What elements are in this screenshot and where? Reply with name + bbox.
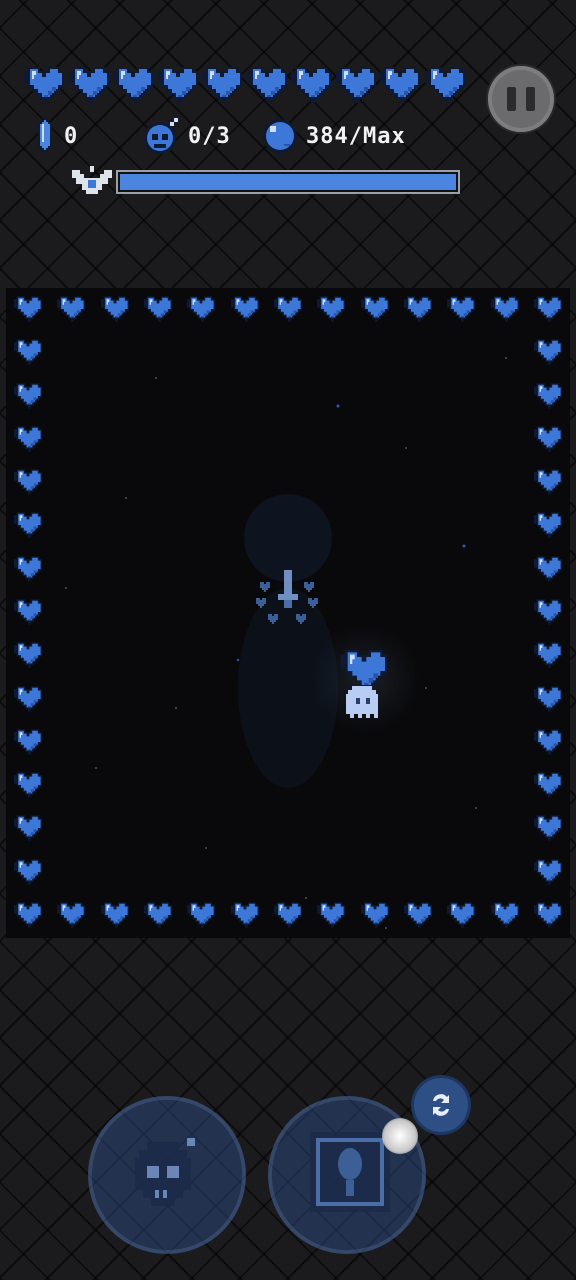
wall-heart-icon (101, 296, 129, 322)
wall-heart-icon (534, 815, 562, 841)
hp-heart-icon (380, 66, 420, 104)
mana-counter: 384/Max (262, 116, 406, 156)
item-skill-button[interactable] (272, 1100, 422, 1250)
wall-heart-icon (534, 296, 562, 322)
skull-bomb-icon (144, 118, 178, 154)
hp-heart-icon (291, 66, 331, 104)
wall-heart-icon (144, 902, 172, 928)
wall-heart-icon (534, 556, 562, 582)
wall-heart-icon (534, 512, 562, 538)
wall-heart-icon (14, 512, 42, 538)
hp-heart-icon (425, 66, 465, 104)
hp-heart-icon (24, 66, 64, 104)
bomb-skill-button[interactable] (92, 1100, 242, 1250)
wall-heart-icon (14, 383, 42, 409)
level-progress-bar (116, 170, 460, 194)
wall-heart-icon (14, 859, 42, 885)
wall-heart-icon (491, 902, 519, 928)
wall-heart-icon (404, 902, 432, 928)
joystick-thumb[interactable] (382, 1118, 418, 1154)
wall-heart-icon (274, 296, 302, 322)
bomb-counter: 0/3 (142, 116, 231, 156)
wall-heart-icon (491, 296, 519, 322)
wall-heart-icon (534, 686, 562, 712)
wall-heart-icon (534, 859, 562, 885)
crystal-counter: 0 (34, 116, 78, 156)
wall-heart-icon (447, 902, 475, 928)
wall-heart-icon (231, 902, 259, 928)
wall-heart-icon (534, 729, 562, 755)
blue-orb-icon (263, 119, 297, 153)
wall-heart-icon (57, 902, 85, 928)
pause-button[interactable] (488, 66, 554, 132)
wall-heart-icon (14, 556, 42, 582)
wall-heart-icon (187, 296, 215, 322)
pause-icon (507, 87, 516, 111)
wall-heart-icon (534, 772, 562, 798)
sword-heart-cluster-icon (256, 570, 318, 624)
wall-heart-icon (14, 729, 42, 755)
wall-heart-icon (14, 902, 42, 928)
wall-heart-icon (534, 599, 562, 625)
crystal-count: 0 (64, 123, 79, 149)
wall-heart-icon (14, 686, 42, 712)
winged-emblem-icon (72, 166, 112, 194)
wall-heart-icon (101, 902, 129, 928)
wall-heart-icon (14, 599, 42, 625)
wall-heart-icon (534, 642, 562, 668)
wall-heart-icon (14, 772, 42, 798)
wall-heart-icon (534, 426, 562, 452)
crystal-icon (38, 118, 52, 154)
hp-heart-icon (158, 66, 198, 104)
wall-heart-icon (447, 296, 475, 322)
wall-heart-icon (317, 902, 345, 928)
wall-heart-icon (317, 296, 345, 322)
hp-heart-icon (202, 66, 242, 104)
hp-heart-icon (113, 66, 153, 104)
hp-heart-icon (69, 66, 109, 104)
wall-heart-icon (14, 339, 42, 365)
wall-heart-icon (14, 642, 42, 668)
wall-heart-icon (404, 296, 432, 322)
wall-heart-icon (361, 296, 389, 322)
wall-heart-icon (14, 296, 42, 322)
wall-heart-icon (231, 296, 259, 322)
swap-icon (433, 1094, 449, 1116)
wall-heart-icon (361, 902, 389, 928)
wall-heart-icon (14, 469, 42, 495)
wall-heart-icon (274, 902, 302, 928)
wall-heart-icon (534, 383, 562, 409)
wall-heart-icon (534, 339, 562, 365)
game-arena (6, 288, 570, 938)
wall-heart-icon (57, 296, 85, 322)
wall-heart-icon (144, 296, 172, 322)
mana-value: 384/Max (306, 123, 406, 149)
bomb-count: 0/3 (188, 123, 231, 149)
hp-heart-icon (247, 66, 287, 104)
health-hearts (24, 66, 468, 106)
wall-heart-icon (534, 469, 562, 495)
swap-button[interactable] (414, 1078, 468, 1132)
wall-heart-icon (14, 815, 42, 841)
wall-heart-icon (534, 902, 562, 928)
ghost-icon (346, 686, 378, 718)
wall-heart-icon (14, 426, 42, 452)
wall-heart-icon (187, 902, 215, 928)
skull-bomb-icon (135, 1138, 195, 1206)
level-progress-fill (120, 174, 456, 190)
hp-heart-icon (336, 66, 376, 104)
